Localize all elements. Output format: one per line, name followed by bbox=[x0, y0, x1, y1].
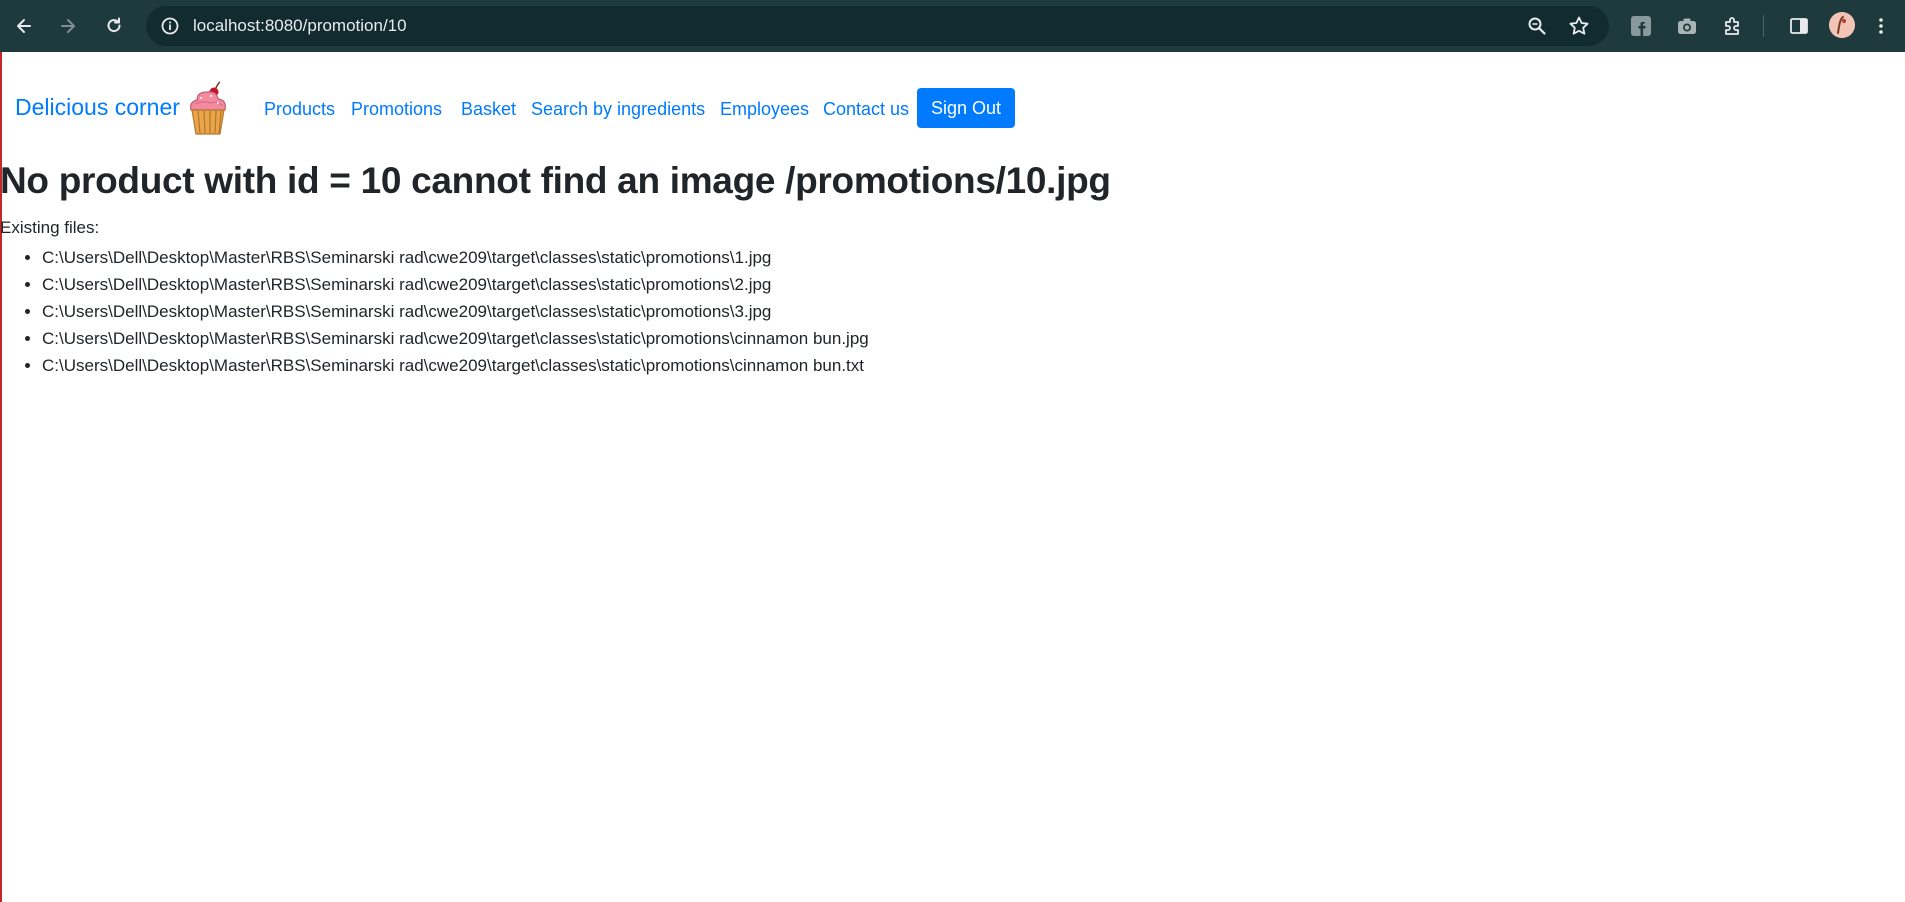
info-icon bbox=[160, 16, 180, 36]
reload-icon bbox=[104, 16, 124, 36]
side-panel-button[interactable] bbox=[1786, 13, 1812, 39]
browser-menu-button[interactable] bbox=[1871, 13, 1891, 39]
browser-toolbar: localhost:8080/promotion/10 bbox=[0, 0, 1905, 52]
camera-extension-button[interactable] bbox=[1674, 13, 1700, 39]
existing-files-list: C:\Users\Dell\Desktop\Master\RBS\Seminar… bbox=[0, 244, 869, 379]
arrow-left-icon bbox=[14, 16, 34, 36]
more-vert-icon bbox=[1878, 16, 1884, 36]
url-text[interactable]: localhost:8080/promotion/10 bbox=[193, 6, 407, 46]
page-title: No product with id = 10 cannot find an i… bbox=[0, 160, 1111, 201]
list-item: C:\Users\Dell\Desktop\Master\RBS\Seminar… bbox=[42, 271, 869, 298]
nav-link-contact-us[interactable]: Contact us bbox=[823, 99, 909, 120]
nav-link-employees[interactable]: Employees bbox=[720, 99, 809, 120]
list-item: C:\Users\Dell\Desktop\Master\RBS\Seminar… bbox=[42, 352, 869, 379]
facebook-extension-button[interactable] bbox=[1628, 13, 1654, 39]
camera-icon bbox=[1676, 15, 1698, 37]
list-item: C:\Users\Dell\Desktop\Master\RBS\Seminar… bbox=[42, 244, 869, 271]
extensions-button[interactable] bbox=[1720, 13, 1746, 39]
list-item: C:\Users\Dell\Desktop\Master\RBS\Seminar… bbox=[42, 325, 869, 352]
side-panel-icon bbox=[1788, 15, 1810, 37]
zoom-button[interactable] bbox=[1525, 14, 1549, 38]
arrow-right-icon bbox=[58, 16, 78, 36]
puzzle-icon bbox=[1722, 15, 1744, 37]
profile-avatar[interactable] bbox=[1829, 12, 1855, 38]
list-item: C:\Users\Dell\Desktop\Master\RBS\Seminar… bbox=[42, 298, 869, 325]
bookmark-button[interactable] bbox=[1567, 14, 1591, 38]
brand-link[interactable]: Delicious corner bbox=[15, 94, 180, 121]
sign-out-button[interactable]: Sign Out bbox=[917, 88, 1015, 128]
facebook-icon bbox=[1630, 15, 1652, 37]
nav-link-search-by-ingredients[interactable]: Search by ingredients bbox=[531, 99, 705, 120]
nav-link-promotions[interactable]: Promotions bbox=[351, 99, 442, 120]
address-bar[interactable]: localhost:8080/promotion/10 bbox=[146, 6, 1609, 46]
cupcake-icon[interactable] bbox=[185, 80, 231, 136]
existing-files-label: Existing files: bbox=[0, 218, 100, 237]
forward-button[interactable] bbox=[52, 10, 84, 42]
zoom-icon bbox=[1527, 16, 1547, 36]
reload-button[interactable] bbox=[98, 10, 130, 42]
nav-link-basket[interactable]: Basket bbox=[461, 99, 516, 120]
site-navbar: Delicious corner Products Promotions Bas… bbox=[0, 52, 1905, 162]
star-icon bbox=[1568, 15, 1590, 37]
nav-link-products[interactable]: Products bbox=[264, 99, 335, 120]
site-info-button[interactable] bbox=[158, 14, 182, 38]
toolbar-divider bbox=[1763, 15, 1764, 37]
back-button[interactable] bbox=[8, 10, 40, 42]
